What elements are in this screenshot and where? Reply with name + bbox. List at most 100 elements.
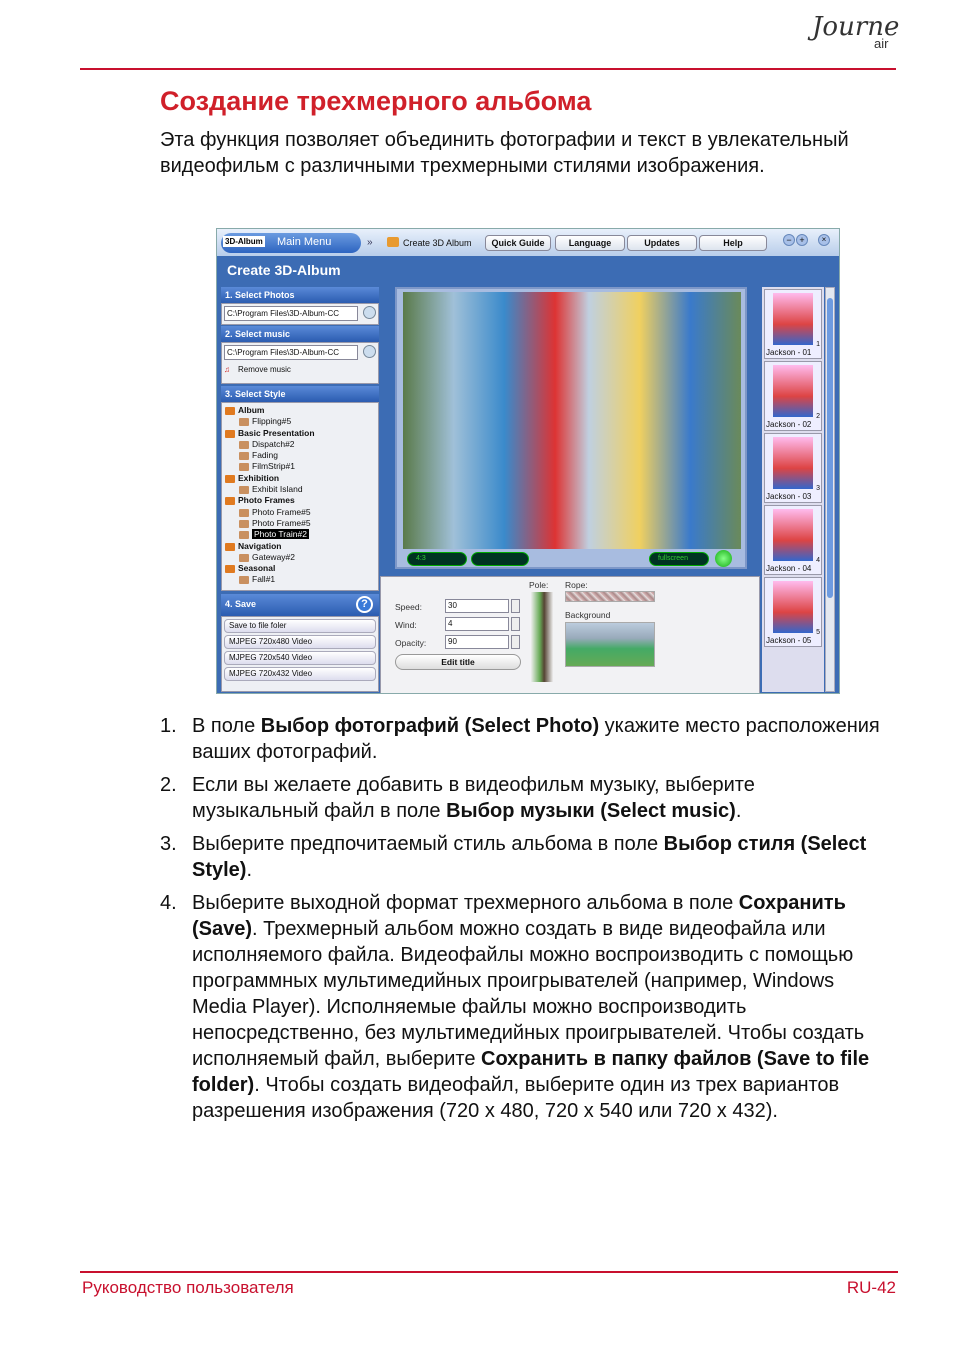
- remove-music-button[interactable]: ♫ Remove music: [224, 365, 358, 374]
- music-path-input[interactable]: C:\Program Files\3D-Album-CC: [224, 345, 358, 360]
- tab-language[interactable]: Language: [555, 235, 625, 251]
- style-label: Exhibition: [238, 472, 280, 483]
- browse-music-icon[interactable]: [363, 345, 376, 358]
- preview-window: 4:3 fullscreen: [395, 287, 747, 569]
- thumbnail-image: [773, 581, 813, 633]
- edit-title-button[interactable]: Edit title: [395, 654, 521, 670]
- thumbnail[interactable]: 5 Jackson - 05: [764, 577, 822, 647]
- style-label: Basic Presentation: [238, 427, 315, 438]
- breadcrumb: Create 3D Album: [403, 238, 472, 248]
- chevrons-icon: »: [367, 237, 373, 248]
- maximize-icon[interactable]: +: [796, 234, 808, 246]
- minimize-icon[interactable]: −: [783, 234, 795, 246]
- style-item[interactable]: Gateway#2: [224, 552, 376, 563]
- speed-stepper[interactable]: [511, 599, 520, 613]
- thumbnail-number: 1: [816, 341, 820, 348]
- style-group[interactable]: Album: [224, 405, 376, 416]
- album-icon: [387, 237, 399, 247]
- step-number: 4.: [160, 892, 177, 914]
- thumbnail-scrollbar[interactable]: [825, 287, 835, 692]
- browse-photos-icon[interactable]: [363, 306, 376, 319]
- opacity-input[interactable]: 90: [445, 635, 509, 649]
- tab-quick-guide[interactable]: Quick Guide: [485, 235, 551, 251]
- style-group[interactable]: Seasonal: [224, 563, 376, 574]
- style-group[interactable]: Photo Frames: [224, 495, 376, 506]
- style-group[interactable]: Exhibition: [224, 473, 376, 484]
- volume-slider[interactable]: [471, 552, 529, 566]
- pole-picker[interactable]: [531, 592, 553, 682]
- style-label: Photo Frame#5: [252, 517, 311, 528]
- style-label: Fall#1: [252, 574, 276, 585]
- wind-input[interactable]: 4: [445, 617, 509, 631]
- step-text: .: [735, 800, 742, 822]
- style-label: Fading: [252, 450, 278, 461]
- rope-picker[interactable]: [565, 591, 655, 602]
- fullscreen-button[interactable]: fullscreen: [649, 552, 709, 566]
- thumbnail[interactable]: 3 Jackson - 03: [764, 433, 822, 503]
- thumbnail-image: [773, 293, 813, 345]
- style-tree: Album Flipping#5 Basic Presentation Dispatc…: [221, 402, 379, 591]
- window-title: Create 3D-Album: [227, 262, 341, 278]
- thumbnail-caption: Jackson - 05: [766, 636, 812, 645]
- speed-input[interactable]: 30: [445, 599, 509, 613]
- save-option[interactable]: MJPEG 720x480 Video: [224, 635, 376, 649]
- save-options: Save to file foler MJPEG 720x480 Video MJP…: [221, 616, 379, 692]
- opacity-label: Opacity:: [395, 638, 427, 648]
- style-group[interactable]: Navigation: [224, 541, 376, 552]
- tab-updates[interactable]: Updates: [627, 235, 697, 251]
- pole-label: Pole:: [529, 580, 549, 590]
- style-item[interactable]: Fading: [224, 450, 376, 461]
- thumbnail[interactable]: 2 Jackson - 02: [764, 361, 822, 431]
- preview-controls: 4:3 fullscreen: [407, 550, 737, 568]
- page-number: RU-42: [846, 1278, 896, 1297]
- style-item[interactable]: Fall#1: [224, 574, 376, 585]
- wind-stepper[interactable]: [511, 617, 520, 631]
- style-label: Album: [238, 405, 265, 415]
- style-label: FilmStrip#1: [252, 461, 295, 472]
- thumbnail[interactable]: 1 Jackson - 01: [764, 289, 822, 359]
- settings-panel: Speed: 30 Wind: 4 Opacity: 90 Edit title…: [380, 576, 760, 693]
- aspect-ratio-select[interactable]: 4:3: [407, 552, 467, 566]
- section-select-style: 3. Select Style: [221, 386, 379, 402]
- app-screenshot: Main Menu 3D-Album » Create 3D Album Qui…: [216, 228, 840, 694]
- footer-divider: [80, 1271, 898, 1273]
- step-text: . Чтобы создать видеофайл, выберите один…: [192, 1074, 840, 1122]
- photos-path-input[interactable]: C:\Program Files\3D-Album-CC: [224, 306, 358, 321]
- rope-label: Rope:: [565, 580, 588, 590]
- style-item[interactable]: Photo Train#2: [224, 529, 376, 540]
- thumbnail-number: 3: [816, 485, 820, 492]
- step-number: 2.: [160, 774, 177, 796]
- style-label: Gateway#2: [252, 551, 295, 562]
- intro-paragraph: Эта функция позволяет объединить фотогра…: [160, 129, 849, 177]
- music-note-icon: ♫: [224, 365, 230, 374]
- style-item[interactable]: Photo Frame#5: [224, 507, 376, 518]
- app-logo: 3D-Album: [223, 236, 265, 247]
- style-item[interactable]: Exhibit Island: [224, 484, 376, 495]
- save-option[interactable]: Save to file foler: [224, 619, 376, 633]
- style-item[interactable]: Flipping#5: [224, 416, 376, 427]
- tab-help[interactable]: Help: [699, 235, 767, 251]
- style-group[interactable]: Basic Presentation: [224, 428, 376, 439]
- scrollbar-thumb[interactable]: [827, 298, 833, 598]
- step-text: В поле: [192, 715, 261, 737]
- play-button[interactable]: [715, 550, 732, 567]
- section-select-photos: 1. Select Photos: [221, 287, 379, 303]
- style-label: Dispatch#2: [252, 438, 295, 449]
- style-item[interactable]: Dispatch#2: [224, 439, 376, 450]
- thumbnail-image: [773, 509, 813, 561]
- thumbnail[interactable]: 4 Jackson - 04: [764, 505, 822, 575]
- style-item[interactable]: Photo Frame#5: [224, 518, 376, 529]
- section-select-music: 2. Select music: [221, 326, 379, 342]
- thumbnail-caption: Jackson - 04: [766, 564, 812, 573]
- step-text: Выбор фотографий (Select Photo): [260, 715, 600, 737]
- style-label: Photo Frame#5: [252, 506, 311, 517]
- save-option[interactable]: MJPEG 720x540 Video: [224, 651, 376, 665]
- photos-box: C:\Program Files\3D-Album-CC: [221, 303, 379, 325]
- style-item[interactable]: FilmStrip#1: [224, 461, 376, 472]
- help-icon[interactable]: ?: [356, 596, 373, 613]
- opacity-stepper[interactable]: [511, 635, 520, 649]
- preview-photo: [403, 292, 741, 549]
- save-option[interactable]: MJPEG 720x432 Video: [224, 667, 376, 681]
- close-icon[interactable]: ×: [818, 234, 830, 246]
- background-picker[interactable]: [565, 622, 655, 667]
